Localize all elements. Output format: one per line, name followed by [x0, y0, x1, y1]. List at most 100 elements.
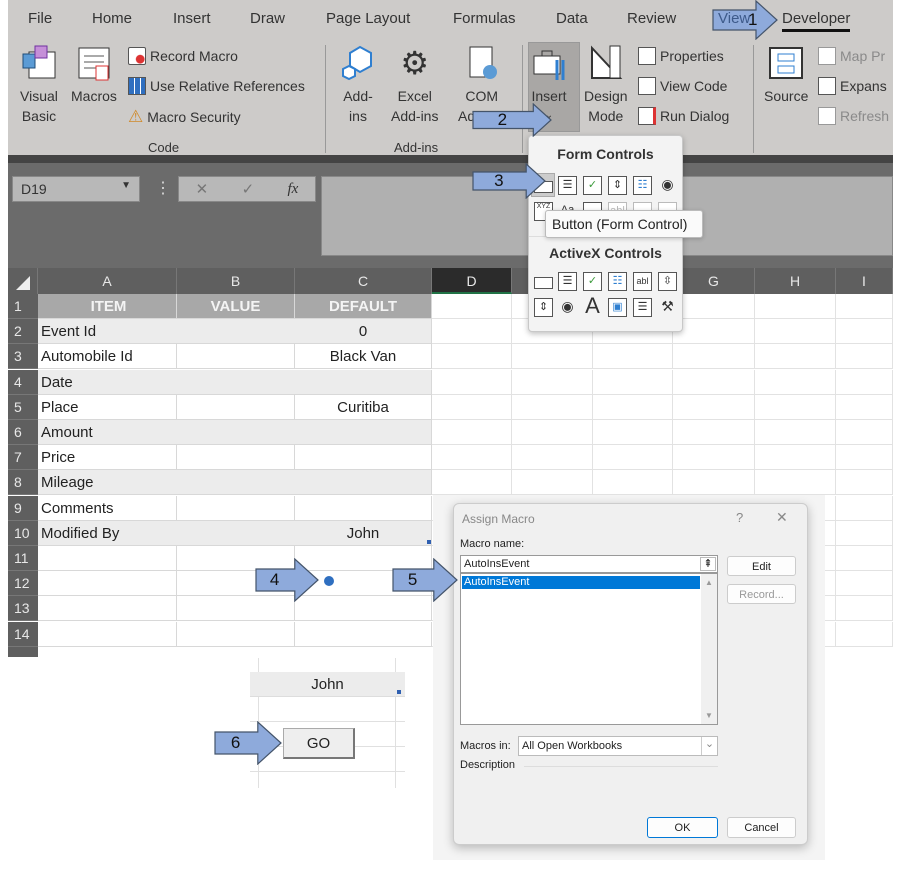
list-box-icon[interactable]: ☷ — [633, 176, 652, 195]
cancel-button[interactable]: Cancel — [727, 817, 796, 838]
help-icon[interactable]: ? — [736, 510, 743, 525]
empty-cell[interactable] — [836, 369, 893, 395]
column-header-g[interactable]: G — [673, 268, 755, 294]
activex-toggle-button-icon[interactable]: ☰ — [633, 298, 652, 317]
map-properties-button[interactable]: Map Pr — [818, 47, 885, 65]
empty-cell[interactable] — [673, 394, 755, 420]
cell-b4[interactable] — [177, 369, 295, 395]
cell-a11[interactable] — [38, 546, 177, 571]
cell-b5[interactable] — [177, 394, 295, 420]
empty-cell[interactable] — [673, 470, 755, 496]
tab-file[interactable]: File — [28, 10, 52, 27]
empty-cell[interactable] — [836, 571, 893, 597]
empty-cell[interactable] — [836, 520, 893, 546]
cell-c3[interactable]: Black Van — [295, 344, 432, 370]
cell-c7[interactable] — [295, 445, 432, 471]
cell-c2[interactable]: 0 — [295, 319, 432, 345]
scrollbar[interactable]: ▲ ▼ — [701, 574, 717, 724]
cell-c8[interactable] — [295, 470, 432, 496]
cell-b7[interactable] — [177, 445, 295, 471]
row-header[interactable]: 13 — [8, 596, 38, 622]
macros-button[interactable]: Macros — [71, 44, 117, 106]
spin-button-icon[interactable]: ⇕ — [608, 176, 627, 195]
macros-in-select[interactable]: All Open Workbooks ⌄ — [518, 736, 718, 756]
scroll-down-icon[interactable]: ▼ — [701, 711, 717, 720]
empty-cell[interactable] — [593, 445, 673, 471]
use-relative-references-button[interactable]: Use Relative References — [128, 77, 305, 95]
row-header[interactable]: 8 — [8, 470, 38, 496]
tab-developer[interactable]: Developer — [782, 10, 851, 32]
cell-b2[interactable] — [177, 319, 295, 345]
row-header[interactable]: 10 — [8, 520, 38, 546]
empty-cell[interactable] — [512, 344, 593, 370]
activex-scroll-bar-icon[interactable]: ⇳ — [658, 272, 677, 291]
empty-cell[interactable] — [836, 445, 893, 471]
enter-icon[interactable]: ✓ — [242, 180, 255, 198]
properties-button[interactable]: Properties — [638, 47, 724, 65]
ok-button[interactable]: OK — [647, 817, 718, 838]
row-header[interactable]: 7 — [8, 445, 38, 471]
modified-by-cell[interactable]: John — [250, 672, 405, 697]
cell-b9[interactable] — [177, 495, 295, 521]
cell-c10[interactable]: John — [295, 520, 432, 546]
scroll-up-icon[interactable]: ▲ — [701, 578, 717, 587]
empty-cell[interactable] — [673, 344, 755, 370]
empty-cell[interactable] — [755, 445, 836, 471]
empty-cell[interactable] — [836, 596, 893, 622]
row-header[interactable]: 6 — [8, 420, 38, 445]
expansion-packs-button[interactable]: Expans — [818, 77, 887, 95]
macro-security-button[interactable]: ⚠ Macro Security — [128, 107, 241, 127]
column-header-b[interactable]: B — [177, 268, 295, 294]
cell-a2[interactable]: Event Id — [38, 319, 177, 345]
run-dialog-button[interactable]: Run Dialog — [638, 107, 729, 125]
cell-c6[interactable] — [295, 420, 432, 445]
empty-cell[interactable] — [755, 420, 836, 445]
empty-cell[interactable] — [432, 470, 512, 496]
row-header[interactable]: 1 — [8, 294, 38, 319]
empty-cell[interactable] — [432, 445, 512, 471]
edit-button[interactable]: Edit — [727, 556, 796, 576]
empty-cell[interactable] — [432, 394, 512, 420]
cell-c4[interactable] — [295, 369, 432, 395]
cell-a7[interactable]: Price — [38, 445, 177, 471]
empty-cell[interactable] — [755, 344, 836, 370]
empty-cell[interactable] — [512, 445, 593, 471]
empty-cell[interactable] — [836, 546, 893, 571]
cell-b6[interactable] — [177, 420, 295, 445]
cell-a3[interactable]: Automobile Id — [38, 344, 177, 370]
empty-cell[interactable] — [836, 470, 893, 496]
go-button[interactable]: GO — [283, 728, 355, 759]
empty-cell[interactable] — [673, 369, 755, 395]
tab-page-layout[interactable]: Page Layout — [326, 10, 410, 27]
activex-text-box-icon[interactable]: abl — [633, 272, 652, 291]
close-icon[interactable]: ✕ — [776, 509, 788, 526]
record-button[interactable]: Record... — [727, 584, 796, 604]
column-header-c[interactable]: C — [295, 268, 432, 294]
row-header[interactable]: 5 — [8, 394, 38, 420]
cell-a10[interactable]: Modified By — [38, 520, 177, 546]
cell-b14[interactable] — [177, 621, 295, 647]
tab-view[interactable]: View — [718, 10, 750, 27]
activex-spin-button-icon[interactable]: ⇕ — [534, 298, 553, 317]
row-header[interactable]: 4 — [8, 369, 38, 395]
more-controls-icon[interactable]: ⚒ — [658, 298, 677, 317]
row-header[interactable]: 12 — [8, 571, 38, 597]
cell-a9[interactable]: Comments — [38, 495, 177, 521]
row-header[interactable]: 11 — [8, 546, 38, 571]
empty-cell[interactable] — [593, 470, 673, 496]
empty-cell[interactable] — [673, 319, 755, 345]
macro-list-item[interactable]: AutoInsEvent — [462, 576, 700, 589]
tab-insert[interactable]: Insert — [173, 10, 211, 27]
cell-a1[interactable]: ITEM — [38, 294, 177, 319]
cell-b10[interactable] — [177, 520, 295, 546]
combo-box-icon[interactable]: ☰ — [558, 176, 577, 195]
visual-basic-button[interactable]: Visual Basic — [20, 44, 58, 126]
select-all-corner[interactable] — [8, 268, 38, 294]
chevron-down-icon[interactable]: ⌄ — [701, 737, 717, 755]
cell-a12[interactable] — [38, 571, 177, 597]
tab-formulas[interactable]: Formulas — [453, 10, 516, 27]
cell-b3[interactable] — [177, 344, 295, 370]
empty-cell[interactable] — [673, 420, 755, 445]
cell-a8[interactable]: Mileage — [38, 470, 177, 496]
name-box[interactable]: D19 ▼ — [12, 176, 140, 202]
